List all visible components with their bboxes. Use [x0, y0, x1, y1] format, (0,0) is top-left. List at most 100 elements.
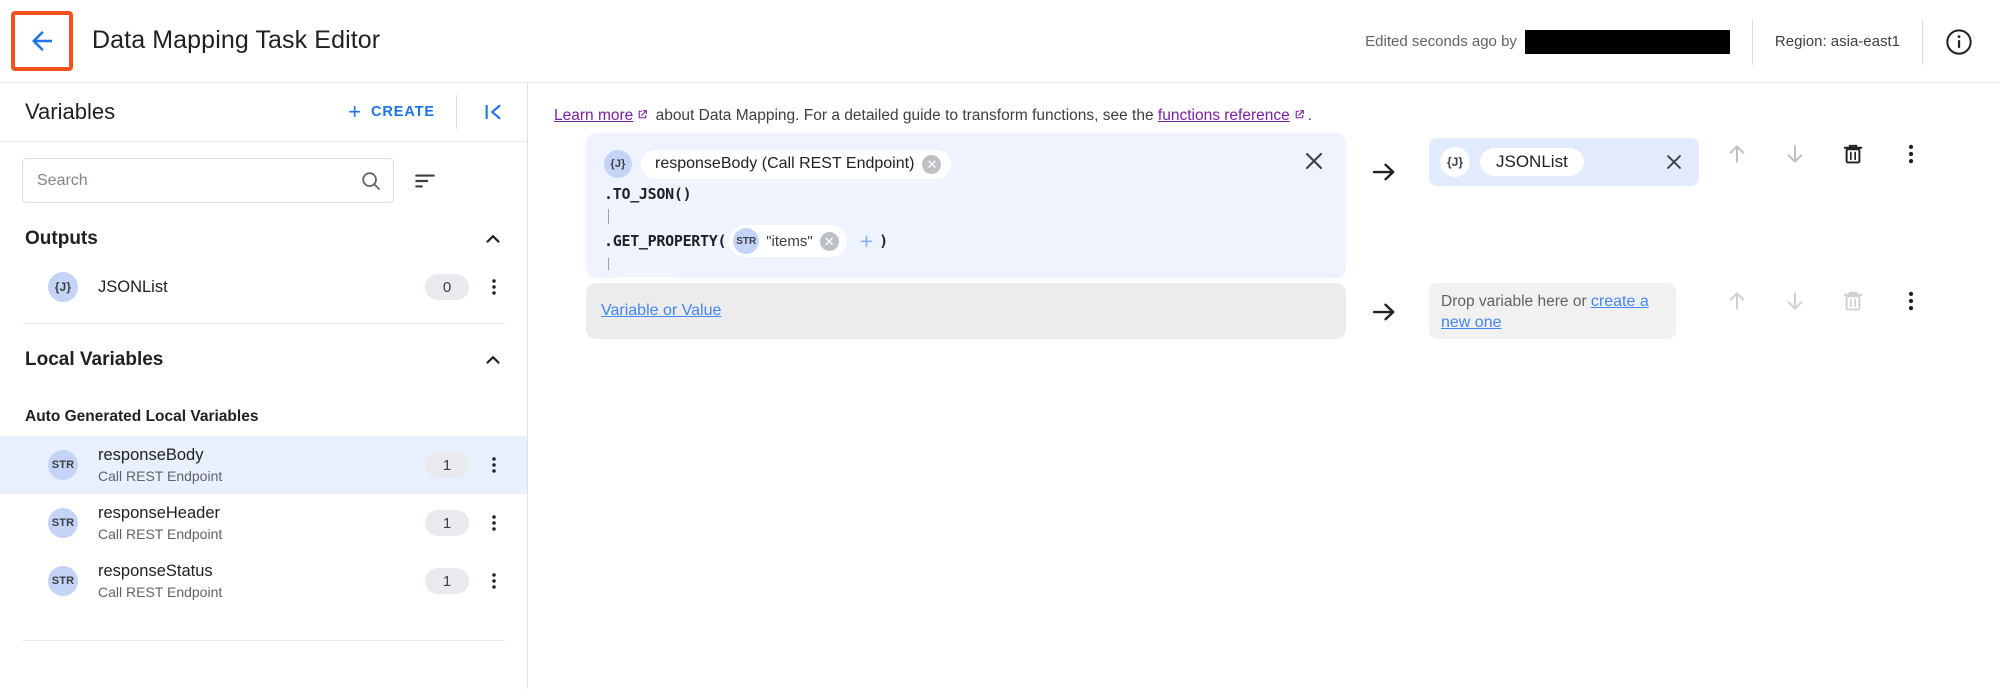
region-label: Region: asia-east1 — [1774, 33, 1900, 50]
argument-value: "items" — [766, 232, 813, 250]
data-mapping-task-editor: Data Mapping Task Editor Edited seconds … — [0, 0, 1999, 689]
header-divider-1 — [1751, 18, 1753, 65]
string-type-badge: STR — [48, 566, 78, 596]
app-header: Data Mapping Task Editor Edited seconds … — [0, 0, 1999, 83]
variables-sidebar: Variables + CREATE Search Outputs {J} JS… — [0, 83, 528, 689]
search-icon[interactable] — [359, 169, 383, 193]
row-actions — [1724, 141, 1924, 167]
header-divider-2 — [1922, 18, 1923, 65]
json-type-badge: {J} — [604, 150, 632, 178]
variable-source: Call REST Endpoint — [98, 467, 223, 484]
info-circle-icon[interactable] — [1945, 28, 1973, 56]
chevron-up-icon[interactable] — [481, 348, 505, 372]
delete-button[interactable] — [1840, 141, 1866, 167]
variable-texts: responseHeader Call REST Endpoint — [98, 503, 425, 543]
collapse-panel-icon — [485, 104, 501, 120]
remove-chip-icon[interactable]: ✕ — [819, 231, 839, 251]
sidebar-item-responseheader[interactable]: STR responseHeader Call REST Endpoint 1 — [0, 494, 527, 552]
json-type-badge: {J} — [48, 272, 78, 302]
row-menu-button[interactable] — [1898, 288, 1924, 314]
row-menu-button[interactable] — [1898, 141, 1924, 167]
variable-name: JSONList — [98, 277, 168, 296]
sort-filter-icon[interactable] — [412, 168, 438, 194]
output-variable-slot[interactable]: {J} JSONList — [1429, 138, 1699, 186]
expression-caret-line-2 — [586, 257, 1346, 271]
page-title: Data Mapping Task Editor — [92, 26, 381, 54]
arrow-right-icon — [1372, 163, 1395, 181]
back-button[interactable] — [11, 11, 73, 71]
clear-output-icon[interactable] — [1661, 149, 1687, 175]
function-close-paren: ) — [879, 232, 888, 250]
move-down-button[interactable] — [1782, 288, 1808, 314]
open-in-new-icon — [638, 110, 648, 119]
input-expression-editor[interactable]: {J} responseBody (Call REST Endpoint) ✕ … — [586, 133, 1346, 309]
edited-status-label: Edited seconds ago by — [1365, 32, 1517, 50]
more-vert-icon[interactable] — [483, 274, 505, 300]
expression-getproperty-line: .GET_PROPERTY( STR "items" ✕ + ) — [586, 225, 1346, 257]
text-caret — [608, 208, 609, 224]
reference-count-badge: 1 — [425, 452, 469, 478]
source-variable-chip[interactable]: responseBody (Call REST Endpoint) ✕ — [641, 149, 952, 179]
sidebar-header-divider — [456, 95, 457, 129]
chevron-up-icon[interactable] — [481, 227, 505, 251]
string-type-badge: STR — [48, 450, 78, 480]
more-vert-icon[interactable] — [483, 568, 505, 594]
json-type-badge: {J} — [1440, 147, 1470, 177]
expression-source-line: {J} responseBody (Call REST Endpoint) ✕ — [586, 147, 1346, 181]
remove-chip-icon[interactable]: ✕ — [922, 154, 942, 174]
clear-input-icon[interactable] — [1300, 147, 1328, 175]
learn-more-link[interactable]: Learn more — [554, 107, 633, 124]
reference-count-badge: 1 — [425, 510, 469, 536]
variable-texts: responseStatus Call REST Endpoint — [98, 561, 425, 601]
move-up-button[interactable] — [1724, 288, 1750, 314]
redacted-user-name — [1524, 29, 1730, 54]
reference-count-badge: 1 — [425, 568, 469, 594]
variable-name: responseHeader — [98, 504, 220, 523]
string-type-badge: STR — [733, 228, 760, 254]
sidebar-item-responsestatus[interactable]: STR responseStatus Call REST Endpoint 1 — [0, 552, 527, 610]
search-row — [0, 142, 527, 217]
input-placeholder-slot[interactable]: Variable or Value — [586, 283, 1346, 339]
banner-text-middle: about Data Mapping. For a detailed guide… — [651, 107, 1158, 124]
source-variable-label: responseBody (Call REST Endpoint) — [655, 155, 915, 172]
function-argument-chip[interactable]: STR "items" ✕ — [729, 225, 847, 257]
learn-more-banner: Learn more about Data Mapping. For a det… — [529, 83, 1999, 127]
section-outputs-title: Outputs — [25, 228, 98, 249]
create-variable-button[interactable]: + CREATE — [348, 101, 435, 123]
add-argument-icon[interactable]: + — [860, 229, 873, 253]
string-type-badge: STR — [48, 508, 78, 538]
variable-texts: JSONList — [98, 277, 425, 298]
arrow-left-icon — [32, 31, 52, 51]
create-button-label: CREATE — [371, 104, 435, 120]
search-input[interactable] — [23, 159, 393, 202]
output-dropzone[interactable]: Drop variable here or create a new one — [1429, 283, 1676, 339]
sidebar-item-jsonlist[interactable]: {J} JSONList 0 — [0, 261, 527, 313]
section-local-variables-title: Local Variables — [25, 349, 164, 370]
variable-source: Call REST Endpoint — [98, 525, 223, 542]
move-down-button[interactable] — [1782, 141, 1808, 167]
more-vert-icon[interactable] — [483, 510, 505, 536]
delete-button[interactable] — [1840, 288, 1866, 314]
mapping-canvas: Learn more about Data Mapping. For a det… — [529, 83, 1999, 689]
more-vert-icon[interactable] — [483, 452, 505, 478]
section-outputs-header[interactable]: Outputs — [0, 217, 527, 261]
variable-name: responseStatus — [98, 562, 213, 581]
edited-status: Edited seconds ago by — [1365, 29, 1730, 54]
open-in-new-icon — [1295, 110, 1304, 119]
function-close-paren: ) — [682, 185, 692, 203]
move-up-button[interactable] — [1724, 141, 1750, 167]
sidebar-item-responsebody[interactable]: STR responseBody Call REST Endpoint 1 — [0, 436, 527, 494]
function-get-property: .GET_PROPERTY( — [604, 232, 727, 250]
section-local-variables-header[interactable]: Local Variables — [0, 338, 527, 382]
output-variable-name: JSONList — [1480, 148, 1584, 176]
functions-reference-link[interactable]: functions reference — [1158, 107, 1290, 124]
collapse-sidebar-button[interactable] — [477, 96, 509, 128]
outputs-section-divider — [22, 323, 505, 324]
variable-or-value-link[interactable]: Variable or Value — [601, 302, 721, 320]
search-box[interactable] — [22, 158, 394, 203]
arrow-right-icon — [1372, 303, 1395, 321]
reference-count-badge: 0 — [425, 274, 469, 300]
mapping-row: Variable or Value Drop variable here or … — [529, 283, 1999, 373]
banner-text-end: . — [1307, 107, 1313, 124]
plus-icon: + — [348, 99, 363, 124]
